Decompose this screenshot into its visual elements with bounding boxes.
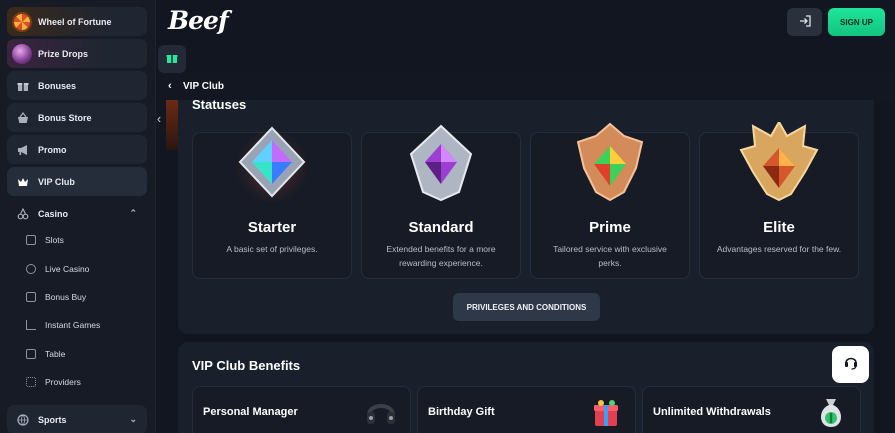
status-name: Starter (247, 219, 297, 236)
sidebar-item-bonuses[interactable]: Bonuses (7, 71, 147, 100)
sidebar-subitem-bonus-buy[interactable]: Bonus Buy (26, 292, 86, 302)
status-name: Standard (408, 219, 474, 236)
starter-gem-icon (236, 126, 308, 202)
sidebar-subitem-label: Slots (45, 235, 64, 245)
sidebar-subitem-slots[interactable]: Slots (26, 235, 64, 245)
back-chevron-icon[interactable]: ‹ (168, 80, 172, 92)
gift-icon (16, 79, 30, 93)
sidebar-item-prize-drops[interactable]: Prize Drops (7, 39, 147, 68)
support-chat-button[interactable] (832, 346, 869, 383)
standard-gem-icon (409, 124, 473, 202)
signup-button[interactable]: SIGN UP (828, 8, 885, 36)
privileges-and-conditions-button[interactable]: PRIVILEGES AND CONDITIONS (453, 293, 600, 321)
live-casino-icon (26, 264, 36, 274)
sidebar-item-label: Promo (38, 144, 67, 155)
chevron-down-icon: ⌄ (129, 414, 137, 424)
sidebar-item-vip-club[interactable]: VIP Club (7, 167, 147, 196)
sports-ball-icon (16, 413, 30, 427)
status-description: Advantages reserved for the few. (716, 244, 842, 254)
sidebar-item-label: Wheel of Fortune (38, 16, 112, 27)
prime-gem-icon (576, 122, 644, 202)
login-button[interactable] (787, 8, 822, 36)
gift-tab[interactable] (158, 45, 186, 73)
benefit-label: Birthday Gift (428, 406, 495, 418)
sidebar-item-label: VIP Club (38, 176, 75, 187)
sidebar-subitem-instant-games[interactable]: Instant Games (26, 320, 100, 330)
gift-box-icon (594, 400, 618, 426)
status-name: Elite (763, 219, 795, 236)
sidebar-item-label: Prize Drops (38, 48, 89, 59)
sidebar-item-label: Bonuses (38, 80, 77, 91)
chevron-up-icon: ⌃ (129, 208, 137, 218)
gift-icon (166, 52, 178, 67)
sidebar-item-label: Sports (38, 414, 67, 425)
sidebar: Wheel of Fortune Prize Drops Bonuses Bon… (0, 0, 156, 433)
sidebar-item-sports[interactable]: Sports ⌄ (7, 405, 147, 433)
prize-drops-icon (12, 43, 32, 64)
money-bag-icon (820, 399, 842, 427)
status-description: Extended benefits for a more rewarding e… (386, 244, 496, 268)
instant-games-icon (26, 320, 36, 330)
logo[interactable]: Beef (168, 6, 229, 35)
elite-gem-icon (739, 122, 819, 202)
megaphone-icon (16, 143, 30, 157)
providers-icon (26, 377, 36, 387)
breadcrumb (157, 74, 895, 101)
sidebar-subitem-live-casino[interactable]: Live Casino (26, 264, 89, 274)
sidebar-subitem-providers[interactable]: Providers (26, 377, 81, 387)
page-title: VIP Club (183, 81, 224, 92)
support-headset-icon (843, 354, 859, 375)
login-icon (798, 14, 812, 31)
sidebar-subitem-label: Instant Games (45, 320, 101, 330)
benefits-title: VIP Club Benefits (192, 358, 301, 373)
table-icon (26, 349, 36, 359)
sidebar-item-promo[interactable]: Promo (7, 135, 147, 164)
sidebar-item-label: Casino (38, 208, 69, 219)
sidebar-subitem-label: Providers (45, 377, 81, 387)
benefit-label: Personal Manager (203, 406, 298, 418)
sidebar-subitem-label: Bonus Buy (45, 292, 87, 302)
sidebar-subitem-table[interactable]: Table (26, 349, 65, 359)
status-description: Tailored service with exclusive perks. (553, 244, 667, 268)
sidebar-item-wheel-of-fortune[interactable]: Wheel of Fortune (7, 7, 147, 36)
benefit-label: Unlimited Withdrawals (653, 406, 771, 418)
statuses-title: Statuses (192, 97, 247, 112)
crown-icon (16, 175, 30, 189)
sidebar-item-casino[interactable]: Casino ⌃ (7, 199, 147, 228)
basket-icon (16, 111, 30, 125)
sidebar-collapse-button[interactable]: ‹ (151, 110, 167, 126)
status-name: Prime (589, 219, 631, 236)
headset-icon (367, 404, 395, 424)
sidebar-item-bonus-store[interactable]: Bonus Store (7, 103, 147, 132)
sidebar-subitem-label: Table (45, 349, 66, 359)
status-description: A basic set of privileges. (226, 244, 318, 254)
banner-strip (166, 100, 178, 150)
sidebar-subitem-label: Live Casino (45, 264, 90, 274)
bonus-buy-icon (26, 292, 36, 302)
wheel-of-fortune-icon (12, 11, 32, 32)
sidebar-item-label: Bonus Store (38, 112, 92, 123)
cherry-icon (16, 207, 30, 221)
slots-icon (26, 235, 36, 245)
